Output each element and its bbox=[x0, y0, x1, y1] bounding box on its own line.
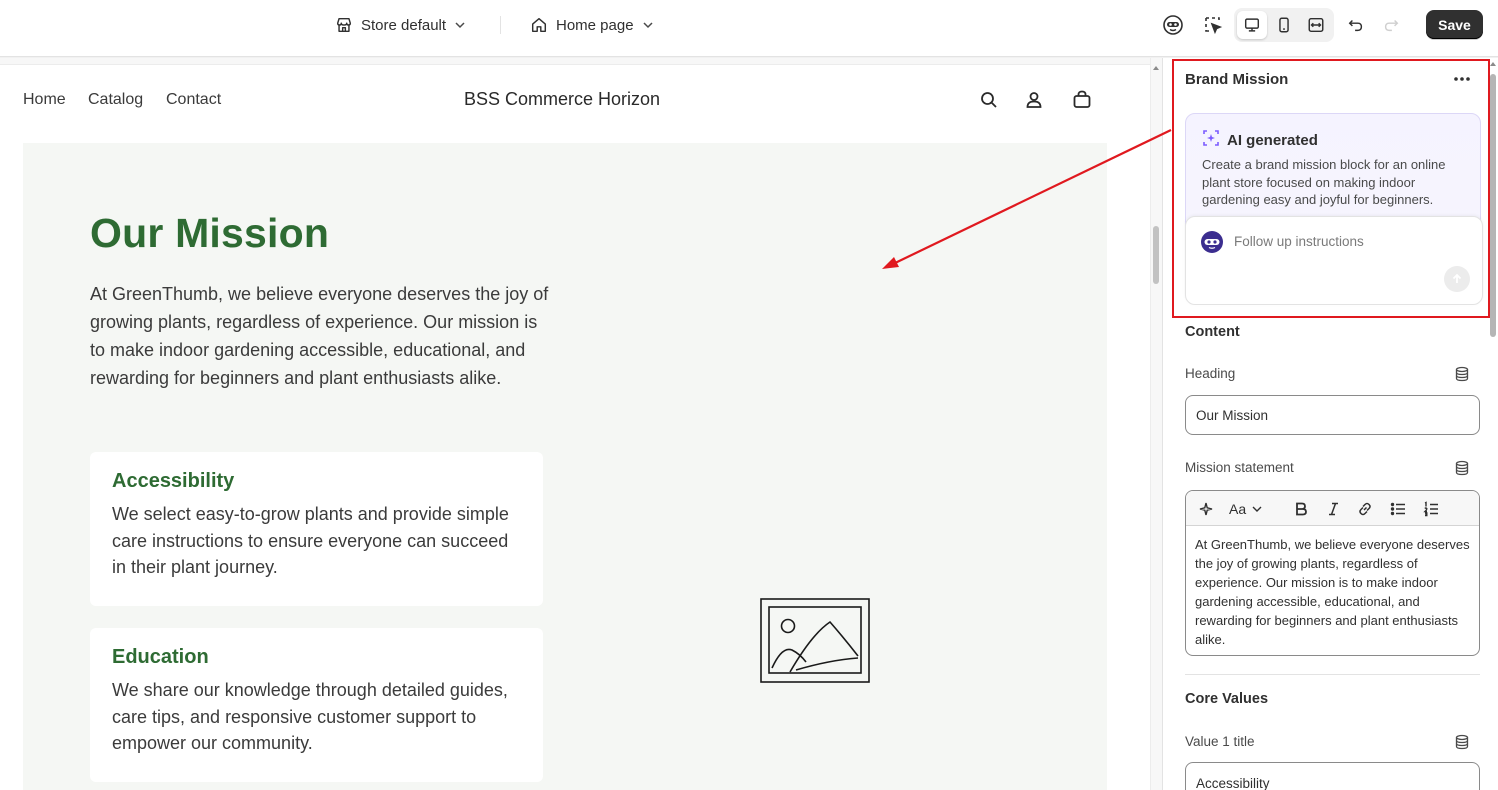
brand-mission-section[interactable]: Our Mission At GreenThumb, we believe ev… bbox=[23, 143, 1107, 790]
redo-icon[interactable] bbox=[1377, 12, 1405, 38]
dynamic-source-icon[interactable] bbox=[1454, 460, 1470, 476]
mission-statement-text[interactable]: At GreenThumb, we believe everyone deser… bbox=[1195, 535, 1473, 649]
statement-field-label: Mission statement bbox=[1185, 460, 1294, 475]
search-icon[interactable] bbox=[977, 88, 1001, 112]
nav-link-catalog[interactable]: Catalog bbox=[88, 91, 143, 109]
section-divider bbox=[1185, 674, 1480, 675]
nav-link-home[interactable]: Home bbox=[23, 91, 66, 109]
content-section-label: Content bbox=[1185, 324, 1240, 340]
store-icon bbox=[335, 16, 353, 34]
save-button[interactable]: Save bbox=[1426, 10, 1483, 39]
dynamic-source-icon[interactable] bbox=[1454, 734, 1470, 750]
chevron-down-icon bbox=[454, 19, 466, 31]
image-placeholder-icon bbox=[760, 598, 870, 683]
mobile-icon[interactable] bbox=[1269, 11, 1299, 39]
store-preview: Home Catalog Contact BSS Commerce Horizo… bbox=[0, 58, 1162, 790]
editor-toolbar: Store default Home page Save bbox=[0, 0, 1498, 57]
mission-statement-editor[interactable]: Aa At GreenThumb, we believe everyone de… bbox=[1185, 490, 1480, 656]
numbered-list-icon[interactable] bbox=[1421, 499, 1441, 519]
value1-title-label: Value 1 title bbox=[1185, 734, 1255, 749]
page-select-label: Home page bbox=[556, 16, 634, 34]
desktop-icon[interactable] bbox=[1237, 11, 1267, 39]
richtext-toolbar: Aa bbox=[1186, 491, 1479, 526]
toolbar-divider bbox=[500, 16, 501, 34]
mission-heading: Our Mission bbox=[90, 210, 330, 256]
heading-field-label: Heading bbox=[1185, 366, 1236, 381]
mission-statement: At GreenThumb, we believe everyone deser… bbox=[90, 284, 549, 388]
text-style-icon[interactable]: Aa bbox=[1228, 499, 1264, 519]
ai-sparkle-icon[interactable] bbox=[1196, 499, 1216, 519]
link-icon[interactable] bbox=[1355, 499, 1375, 519]
preview-scrollbar[interactable] bbox=[1150, 58, 1162, 790]
scroll-up-arrow-icon[interactable] bbox=[1490, 62, 1496, 66]
scroll-up-arrow-icon[interactable] bbox=[1153, 66, 1159, 70]
account-icon[interactable] bbox=[1022, 88, 1046, 112]
block-settings-panel: Brand Mission AI generated Create a bran… bbox=[1162, 58, 1498, 790]
bullet-list-icon[interactable] bbox=[1388, 499, 1408, 519]
nav-link-contact[interactable]: Contact bbox=[166, 91, 221, 109]
value-card-education: Education We share our knowledge through… bbox=[90, 628, 543, 782]
fullwidth-icon[interactable] bbox=[1301, 11, 1331, 39]
store-select[interactable]: Store default bbox=[335, 13, 466, 37]
core-values-section-label: Core Values bbox=[1185, 691, 1269, 707]
store-name[interactable]: BSS Commerce Horizon bbox=[464, 89, 660, 110]
page-select[interactable]: Home page bbox=[530, 13, 654, 37]
panel-scrollbar-thumb[interactable] bbox=[1490, 74, 1496, 337]
preview-frame-edge bbox=[0, 58, 1162, 65]
dynamic-source-icon[interactable] bbox=[1454, 366, 1470, 382]
ai-sidekick-icon[interactable] bbox=[1159, 12, 1187, 38]
heading-input[interactable]: Our Mission bbox=[1185, 395, 1480, 435]
store-select-label: Store default bbox=[361, 16, 447, 34]
svg-text:Aa: Aa bbox=[1229, 501, 1246, 517]
undo-icon[interactable] bbox=[1342, 12, 1370, 38]
preview-scrollbar-thumb[interactable] bbox=[1153, 226, 1159, 284]
value-title: Education bbox=[112, 646, 209, 668]
value1-title-input[interactable]: Accessibility bbox=[1185, 762, 1480, 790]
bold-icon[interactable] bbox=[1291, 499, 1311, 519]
italic-icon[interactable] bbox=[1323, 499, 1343, 519]
chevron-down-icon bbox=[642, 19, 654, 31]
value-title: Accessibility bbox=[112, 470, 235, 492]
home-icon bbox=[530, 16, 548, 34]
value-card-accessibility: Accessibility We select easy-to-grow pla… bbox=[90, 452, 543, 606]
value-text: We share our knowledge through detailed … bbox=[112, 680, 508, 753]
inspector-icon[interactable] bbox=[1199, 12, 1227, 38]
value-text: We select easy-to-grow plants and provid… bbox=[112, 504, 509, 577]
viewport-switcher bbox=[1234, 8, 1334, 42]
annotation-highlight-box bbox=[1172, 59, 1490, 318]
cart-icon[interactable] bbox=[1070, 88, 1094, 112]
